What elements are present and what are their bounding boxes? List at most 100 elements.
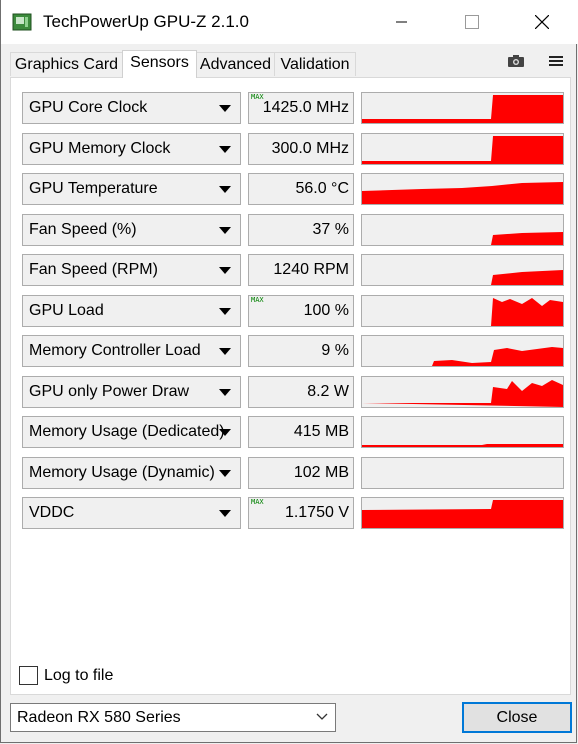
dropdown-arrow-icon[interactable] <box>219 308 231 315</box>
minimize-button[interactable] <box>379 0 425 44</box>
sensor-row: GPU Load MAX 100 % <box>22 295 565 327</box>
sensor-name-label: GPU Temperature <box>29 180 158 197</box>
sensor-row: GPU only Power Draw 8.2 W <box>22 376 565 408</box>
sensor-value[interactable]: 37 % <box>248 214 354 246</box>
tab-validation[interactable]: Validation <box>274 52 356 76</box>
menu-button[interactable] <box>549 54 563 72</box>
sensor-name-dropdown[interactable]: Fan Speed (%) <box>22 214 241 246</box>
dropdown-arrow-icon[interactable] <box>219 470 231 477</box>
sensor-name-dropdown[interactable]: GPU Load <box>22 295 241 327</box>
sensor-graph-trace <box>362 380 563 407</box>
sensor-name-dropdown[interactable]: Memory Controller Load <box>22 335 241 367</box>
sensor-value-text: 102 MB <box>293 464 349 481</box>
sensor-graph <box>361 376 564 408</box>
sensor-name-dropdown[interactable]: GPU Temperature <box>22 173 241 205</box>
sensor-graph <box>361 254 564 286</box>
chevron-down-icon <box>316 713 328 720</box>
hamburger-menu-icon <box>549 56 563 66</box>
sensor-graph <box>361 173 564 205</box>
dropdown-arrow-icon[interactable] <box>219 429 231 436</box>
sensor-graph <box>361 416 564 448</box>
max-indicator: MAX <box>251 93 264 101</box>
sensor-value-text: 100 % <box>303 302 349 319</box>
sensor-value[interactable]: 8.2 W <box>248 376 354 408</box>
sensor-value-text: 415 MB <box>293 423 349 440</box>
sensor-name-dropdown[interactable]: VDDC <box>22 497 241 529</box>
sensor-value-text: 1.1750 V <box>284 504 349 521</box>
sensor-name-label: GPU Core Clock <box>29 99 148 116</box>
dropdown-arrow-icon[interactable] <box>219 105 231 112</box>
log-to-file-checkbox[interactable] <box>19 666 38 685</box>
close-icon <box>535 15 549 29</box>
sensor-graph-trace <box>362 136 563 164</box>
sensor-value[interactable]: 102 MB <box>248 457 354 489</box>
sensor-graph <box>361 133 564 165</box>
sensor-value-text: 8.2 W <box>307 383 349 400</box>
sensor-name-dropdown[interactable]: Memory Usage (Dynamic) <box>22 457 241 489</box>
sensor-row: VDDC MAX 1.1750 V <box>22 497 565 529</box>
sensor-name-label: VDDC <box>29 504 75 521</box>
sensor-row: Memory Usage (Dynamic) 102 MB <box>22 457 565 489</box>
sensor-name-label: Fan Speed (RPM) <box>29 261 158 278</box>
tab-advanced[interactable]: Advanced <box>196 52 275 76</box>
sensor-value[interactable]: 1240 RPM <box>248 254 354 286</box>
sensor-name-dropdown[interactable]: Memory Usage (Dedicated) <box>22 416 241 448</box>
sensor-graph-trace <box>362 347 563 366</box>
sensor-graph <box>361 295 564 327</box>
maximize-button[interactable] <box>449 0 495 44</box>
sensor-value[interactable]: 415 MB <box>248 416 354 448</box>
sensor-value-text: 9 % <box>321 342 349 359</box>
sensor-row: Fan Speed (%) 37 % <box>22 214 565 246</box>
sensor-name-label: Memory Usage (Dedicated) <box>29 423 225 440</box>
screenshot-button[interactable] <box>507 54 525 72</box>
maximize-icon <box>465 15 479 29</box>
sensor-row: GPU Core Clock MAX 1425.0 MHz <box>22 92 565 124</box>
dropdown-arrow-icon[interactable] <box>219 348 231 355</box>
sensor-value[interactable]: 300.0 MHz <box>248 133 354 165</box>
sensor-value-text: 56.0 °C <box>295 180 349 197</box>
sensor-name-label: GPU only Power Draw <box>29 383 190 400</box>
sensor-graph-trace <box>362 444 563 447</box>
sensor-name-dropdown[interactable]: GPU Memory Clock <box>22 133 241 165</box>
sensor-graph <box>361 497 564 529</box>
dropdown-arrow-icon[interactable] <box>219 186 231 193</box>
sensor-graph-trace <box>362 500 563 528</box>
tab-graphics-card[interactable]: Graphics Card <box>10 52 123 76</box>
minimize-icon <box>396 21 407 23</box>
sensor-value-text: 300.0 MHz <box>271 140 349 157</box>
sensor-value[interactable]: 9 % <box>248 335 354 367</box>
sensor-row: GPU Temperature 56.0 °C <box>22 173 565 205</box>
sensor-name-label: GPU Memory Clock <box>29 140 171 157</box>
sensor-value-text: 1240 RPM <box>273 261 349 278</box>
log-to-file-label[interactable]: Log to file <box>44 667 113 685</box>
sensor-graph <box>361 457 564 489</box>
window-title: TechPowerUp GPU-Z 2.1.0 <box>43 12 249 31</box>
dropdown-arrow-icon[interactable] <box>219 510 231 517</box>
sensor-name-label: GPU Load <box>29 302 104 319</box>
dropdown-arrow-icon[interactable] <box>219 389 231 396</box>
sensor-graph <box>361 214 564 246</box>
close-button[interactable]: Close <box>462 702 572 733</box>
sensor-graph-trace <box>362 232 563 245</box>
sensor-value[interactable]: MAX 1.1750 V <box>248 497 354 529</box>
sensor-value[interactable]: 56.0 °C <box>248 173 354 205</box>
window-close-button[interactable] <box>519 0 565 44</box>
sensor-name-label: Memory Usage (Dynamic) <box>29 464 215 481</box>
sensor-value[interactable]: MAX 100 % <box>248 295 354 327</box>
gpu-z-window: TechPowerUp GPU-Z 2.1.0 Graphics Card Se… <box>0 0 578 743</box>
tab-sensors[interactable]: Sensors <box>122 50 197 78</box>
sensor-row: GPU Memory Clock 300.0 MHz <box>22 133 565 165</box>
title-bar[interactable]: TechPowerUp GPU-Z 2.1.0 <box>1 0 578 44</box>
max-indicator: MAX <box>251 498 264 506</box>
dropdown-arrow-icon[interactable] <box>219 146 231 153</box>
gpu-z-app-icon <box>12 13 32 31</box>
dropdown-arrow-icon[interactable] <box>219 227 231 234</box>
dropdown-arrow-icon[interactable] <box>219 267 231 274</box>
sensor-graph-trace <box>362 182 563 204</box>
sensor-name-dropdown[interactable]: GPU Core Clock <box>22 92 241 124</box>
sensor-name-dropdown[interactable]: GPU only Power Draw <box>22 376 241 408</box>
sensor-value[interactable]: MAX 1425.0 MHz <box>248 92 354 124</box>
camera-icon <box>508 55 524 67</box>
gpu-selector[interactable]: Radeon RX 580 Series <box>10 703 336 732</box>
sensor-name-dropdown[interactable]: Fan Speed (RPM) <box>22 254 241 286</box>
